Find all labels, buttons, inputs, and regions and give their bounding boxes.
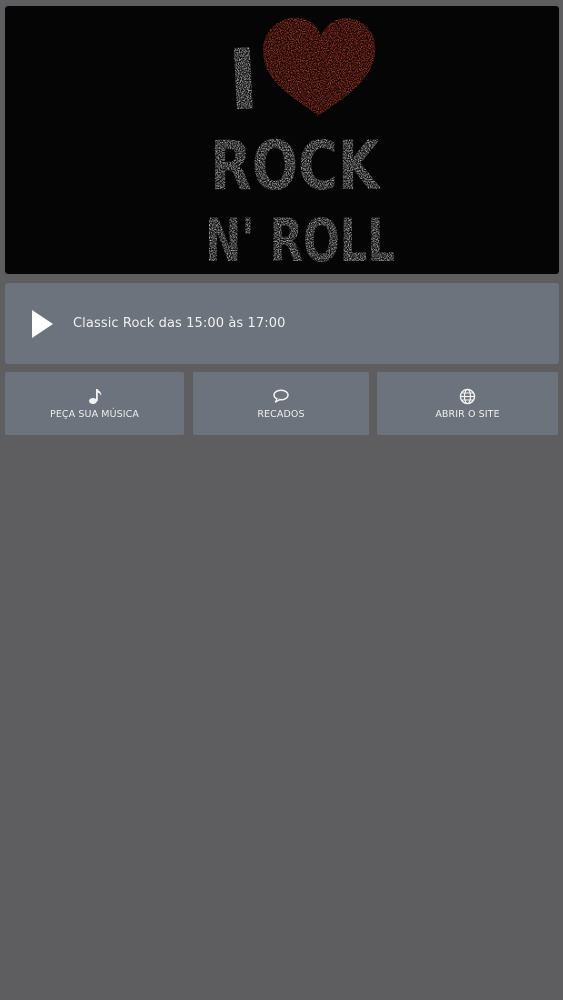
logo-word-n-roll: N' ROLL <box>205 206 395 274</box>
chat-bubble-icon <box>272 387 290 405</box>
open-site-label: ABRIR O SITE <box>435 409 500 420</box>
now-playing-text: Classic Rock das 15:00 às 17:00 <box>73 316 286 331</box>
messages-button[interactable]: RECADOS <box>193 372 369 435</box>
player-bar: Classic Rock das 15:00 às 17:00 <box>5 283 559 364</box>
play-icon <box>32 309 53 338</box>
messages-label: RECADOS <box>257 409 305 420</box>
logo-letter-i: I <box>225 30 261 130</box>
heart-icon <box>263 17 376 117</box>
request-song-label: PEÇA SUA MÚSICA <box>50 409 139 420</box>
globe-icon <box>459 387 476 405</box>
open-site-button[interactable]: ABRIR O SITE <box>377 372 558 435</box>
play-button[interactable] <box>27 307 57 341</box>
i-love-rock-n-roll-logo: I ROCK N' ROLL <box>205 17 395 274</box>
request-song-button[interactable]: PEÇA SUA MÚSICA <box>5 372 184 435</box>
logo-word-rock: ROCK <box>210 127 382 206</box>
radio-app: I ROCK N' ROLL Classic Rock das 15:00 às… <box>0 0 563 1000</box>
action-buttons: PEÇA SUA MÚSICA RECADOS ABRIR O SITE <box>5 372 558 435</box>
music-note-icon <box>87 387 103 405</box>
banner-image: I ROCK N' ROLL <box>5 6 559 274</box>
